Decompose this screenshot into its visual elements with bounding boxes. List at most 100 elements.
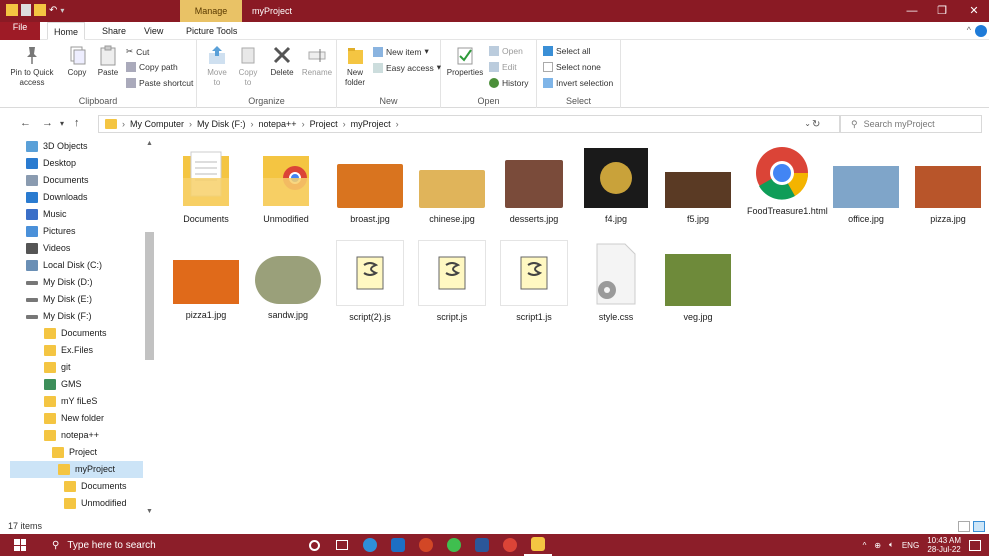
file-item[interactable]: f5.jpg <box>658 172 738 224</box>
delete-button[interactable]: Delete <box>267 44 297 78</box>
file-item[interactable]: style.css <box>576 242 656 322</box>
nav-item-unmodified[interactable]: Unmodified <box>64 495 127 512</box>
powerpoint-icon[interactable] <box>412 534 440 556</box>
file-item[interactable]: Documents <box>166 148 246 224</box>
file-item[interactable]: veg.jpg <box>658 254 738 322</box>
up-arrow-icon[interactable]: ↑ <box>74 117 80 129</box>
nav-item-ex-files[interactable]: Ex.Files <box>44 342 93 359</box>
forward-arrow-icon[interactable]: → <box>42 117 53 129</box>
file-item[interactable]: f4.jpg <box>576 148 656 224</box>
close-button[interactable]: ✕ <box>959 0 989 22</box>
breadcrumb-item[interactable]: myProject <box>351 119 391 129</box>
scroll-up-icon[interactable]: ▲ <box>145 140 154 147</box>
properties-button[interactable]: Properties <box>445 44 485 78</box>
chevron-up-icon[interactable]: ^ <box>863 541 867 550</box>
large-icons-view-icon[interactable] <box>973 521 985 532</box>
file-item[interactable]: chinese.jpg <box>412 170 492 224</box>
chevron-up-icon[interactable]: ^ <box>967 25 971 35</box>
file-item[interactable]: sandw.jpg <box>248 256 328 320</box>
file-item[interactable]: desserts.jpg <box>494 160 574 224</box>
chevron-down-icon[interactable]: ▾ <box>60 6 64 15</box>
windows-start-icon[interactable] <box>14 539 26 551</box>
history-button[interactable]: History <box>489 78 528 88</box>
file-item[interactable]: broast.jpg <box>330 164 410 224</box>
mail-icon[interactable] <box>384 534 412 556</box>
task-view-icon[interactable] <box>328 534 356 556</box>
whatsapp-icon[interactable] <box>440 534 468 556</box>
clock[interactable]: 10:43 AM 28-Jul-22 <box>927 536 961 554</box>
undo-icon[interactable]: ↶ <box>49 5 57 16</box>
invert-selection-button[interactable]: Invert selection <box>543 78 613 88</box>
breadcrumb-item[interactable]: My Disk (F:) <box>197 119 246 129</box>
nav-item-disk-f[interactable]: My Disk (F:) <box>26 308 92 325</box>
language-indicator[interactable]: ENG <box>902 541 919 550</box>
file-item[interactable]: script.js <box>412 240 492 322</box>
nav-item-documents-sub[interactable]: Documents <box>64 478 127 495</box>
network-icon[interactable]: ⊕ <box>874 541 881 550</box>
tab-home[interactable]: Home <box>47 22 86 40</box>
edge-icon[interactable] <box>356 534 384 556</box>
nav-item-disk-e[interactable]: My Disk (E:) <box>26 291 92 308</box>
cut-button[interactable]: ✂ Cut <box>126 46 149 57</box>
nav-item-pictures[interactable]: Pictures <box>26 223 76 240</box>
nav-item-new-folder[interactable]: New folder <box>44 410 104 427</box>
paste-button[interactable]: Paste <box>94 44 122 78</box>
copy-to-button[interactable]: Copy to <box>235 44 261 88</box>
chrome-icon[interactable] <box>496 534 524 556</box>
nav-item-documents[interactable]: Documents <box>26 172 89 189</box>
nav-scroll-thumb[interactable] <box>145 232 154 360</box>
paste-shortcut-button[interactable]: Paste shortcut <box>126 78 193 88</box>
recent-locations-icon[interactable]: ▾ <box>60 119 64 128</box>
file-item[interactable]: script1.js <box>494 240 574 322</box>
minimize-button[interactable]: — <box>897 0 927 22</box>
details-view-icon[interactable] <box>958 521 970 532</box>
select-all-button[interactable]: Select all <box>543 46 591 56</box>
new-item-button[interactable]: New item ▾ <box>373 46 429 57</box>
nav-item-music[interactable]: Music <box>26 206 67 223</box>
search-input[interactable]: ⚲ Search myProject <box>840 115 982 133</box>
new-folder-button[interactable]: New folder <box>341 44 369 88</box>
file-item[interactable]: Unmodified <box>246 148 326 224</box>
edit-button[interactable]: Edit <box>489 62 517 72</box>
file-item[interactable]: pizza.jpg <box>908 166 988 224</box>
nav-item-videos[interactable]: Videos <box>26 240 70 257</box>
chevron-down-icon[interactable]: ⌄ <box>804 119 811 128</box>
breadcrumb-item[interactable]: notepa++ <box>259 119 297 129</box>
properties-icon[interactable] <box>21 4 31 16</box>
tab-share[interactable]: Share <box>96 22 132 40</box>
nav-item-project[interactable]: Project <box>52 444 97 461</box>
rename-button[interactable]: Rename <box>301 44 333 78</box>
tab-picture-tools[interactable]: Picture Tools <box>180 22 243 40</box>
file-item[interactable]: script(2).js <box>330 240 410 322</box>
file-item[interactable]: office.jpg <box>826 166 906 224</box>
nav-item-desktop[interactable]: Desktop <box>26 155 76 172</box>
breadcrumb[interactable]: › My Computer › My Disk (F:) › notepa++ … <box>98 115 840 133</box>
taskbar-search[interactable]: ⚲ Type here to search <box>38 534 296 556</box>
easy-access-button[interactable]: Easy access ▾ <box>373 62 441 73</box>
file-explorer-icon[interactable] <box>524 534 552 556</box>
maximize-button[interactable]: ❐ <box>927 0 957 22</box>
scroll-down-icon[interactable]: ▼ <box>145 508 154 515</box>
breadcrumb-item[interactable]: My Computer <box>130 119 184 129</box>
back-arrow-icon[interactable]: ← <box>20 117 31 129</box>
help-icon[interactable] <box>975 25 987 37</box>
breadcrumb-item[interactable]: Project <box>310 119 338 129</box>
select-none-button[interactable]: Select none <box>543 62 601 72</box>
copy-path-button[interactable]: Copy path <box>126 62 178 72</box>
move-to-button[interactable]: Move to <box>203 44 231 88</box>
volume-icon[interactable]: 🔈︎ <box>889 540 894 550</box>
word-icon[interactable] <box>468 534 496 556</box>
tab-file[interactable]: File <box>0 22 40 40</box>
nav-item-downloads[interactable]: Downloads <box>26 189 88 206</box>
nav-item-gms[interactable]: GMS <box>44 376 82 393</box>
nav-item-local-disk-c[interactable]: Local Disk (C:) <box>26 257 102 274</box>
nav-item-3d-objects[interactable]: 3D Objects <box>26 138 88 155</box>
nav-item-notepa[interactable]: notepa++ <box>44 427 99 444</box>
open-button[interactable]: Open <box>489 46 523 56</box>
new-folder-icon[interactable] <box>34 4 46 16</box>
nav-item-myproject[interactable]: myProject <box>10 461 143 478</box>
nav-item-my-files[interactable]: mY fiLeS <box>44 393 97 410</box>
nav-item-documents-f[interactable]: Documents <box>44 325 107 342</box>
tab-view[interactable]: View <box>138 22 169 40</box>
file-item[interactable]: pizza1.jpg <box>166 260 246 320</box>
